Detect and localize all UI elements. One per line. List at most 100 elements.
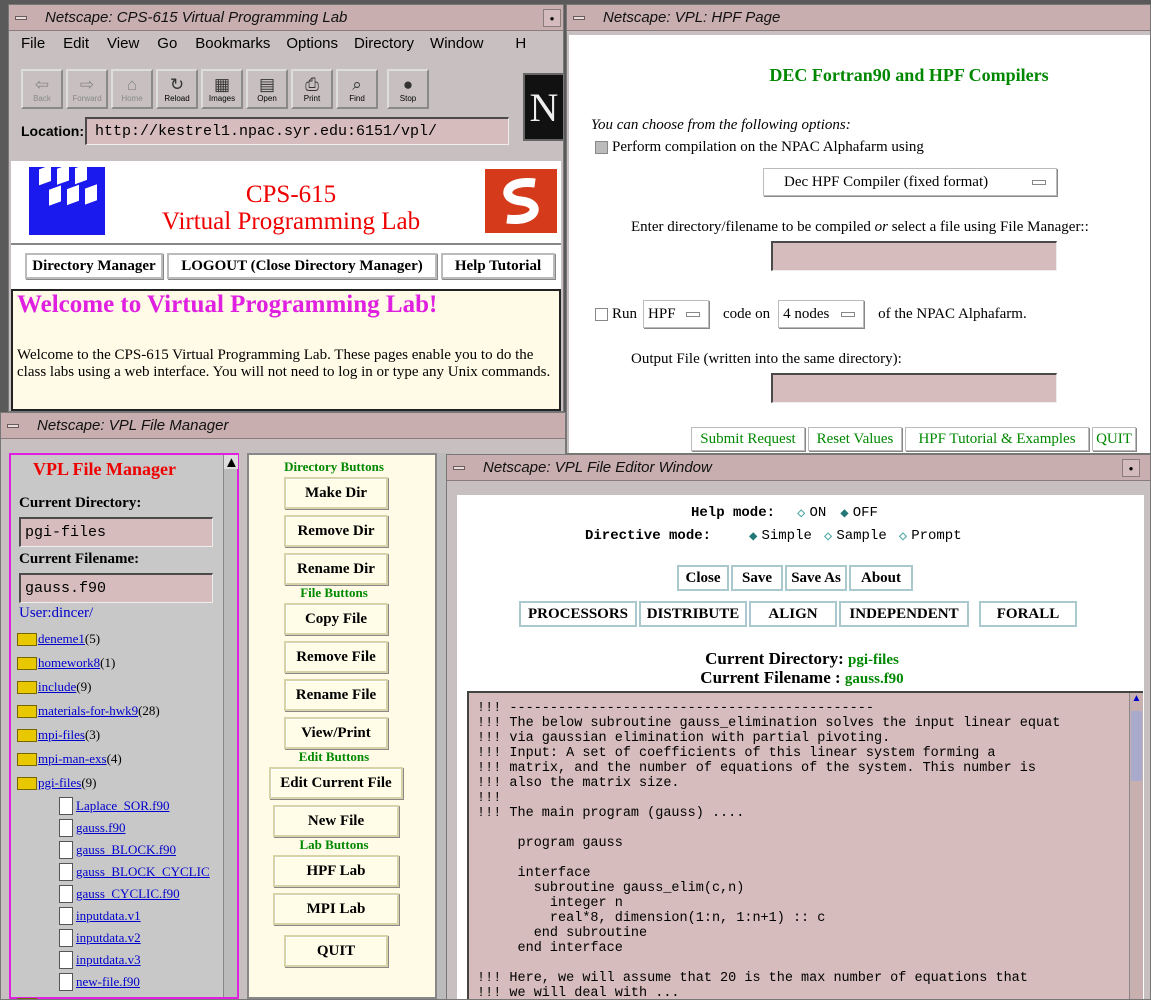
folder-row[interactable]: include (9) — [17, 675, 227, 699]
minimize-icon[interactable]: ● — [1122, 459, 1140, 477]
new-file-button[interactable]: New File — [273, 805, 399, 837]
toolbar-forward-button[interactable]: ⇨ Forward — [66, 69, 108, 109]
hpf-button-2[interactable]: HPF Tutorial & Examples — [905, 427, 1089, 451]
output-input[interactable] — [771, 373, 1057, 403]
help-off-radio[interactable]: ◆ — [840, 505, 848, 522]
hpf-button-3[interactable]: QUIT — [1092, 427, 1136, 451]
window-menu-icon[interactable] — [567, 5, 591, 31]
toolbar-open-button[interactable]: ▤ Open — [246, 69, 288, 109]
compiler-select[interactable]: Dec HPF Compiler (fixed format) — [763, 168, 1057, 196]
language-select[interactable]: HPF — [643, 300, 710, 328]
directive-align-button[interactable]: ALIGN — [749, 601, 837, 627]
file-name[interactable]: gauss.f90 — [76, 820, 125, 836]
edit-current-file-button[interactable]: Edit Current File — [269, 767, 403, 799]
menu-help[interactable]: H — [515, 35, 526, 63]
file-row[interactable]: new-file.f90 — [17, 971, 227, 993]
toolbar-reload-button[interactable]: ↻ Reload — [156, 69, 198, 109]
quit-button[interactable]: QUIT — [284, 935, 388, 967]
current-dir-input[interactable]: pgi-files — [19, 517, 213, 547]
folder-name[interactable]: include — [38, 679, 76, 695]
directive-processors-button[interactable]: PROCESSORS — [519, 601, 637, 627]
menu-view[interactable]: View — [107, 35, 139, 63]
file-name[interactable]: inputdata.v1 — [76, 908, 141, 924]
file-row[interactable]: inputdata.v1 — [17, 905, 227, 927]
file-name[interactable]: new-file.f90 — [76, 974, 140, 990]
window-menu-icon[interactable] — [447, 455, 471, 481]
menu-bookmarks[interactable]: Bookmarks — [195, 35, 270, 63]
menu-window[interactable]: Window — [430, 35, 483, 63]
hpf-titlebar[interactable]: Netscape: VPL: HPF Page — [567, 5, 1150, 31]
directive-forall-button[interactable]: FORALL — [979, 601, 1077, 627]
file-name[interactable]: Laplace_SOR.f90 — [76, 798, 170, 814]
folder-row[interactable]: homework8 (1) — [17, 651, 227, 675]
file-name[interactable]: inputdata.v3 — [76, 952, 141, 968]
folder-row[interactable]: pgi-files (9) — [17, 771, 227, 795]
editor-close-button[interactable]: Close — [677, 565, 729, 591]
editor-save-button[interactable]: Save — [731, 565, 783, 591]
toolbar-stop-button[interactable]: ● Stop — [387, 69, 429, 109]
folder-row[interactable]: deneme1 (5) — [17, 627, 227, 651]
rename-file-button[interactable]: Rename File — [284, 679, 388, 711]
folder-name[interactable]: pgi-files — [38, 775, 81, 791]
filename-input[interactable] — [771, 241, 1057, 271]
directive-distribute-button[interactable]: DISTRIBUTE — [639, 601, 747, 627]
copy-file-button[interactable]: Copy File — [284, 603, 388, 635]
prompt-radio[interactable]: ◇ — [899, 528, 907, 545]
directive-independent-button[interactable]: INDEPENDENT — [839, 601, 969, 627]
folder-name[interactable]: deneme1 — [38, 631, 85, 647]
folder-row[interactable]: materials-for-hwk9 (28) — [17, 699, 227, 723]
view-print-button[interactable]: View/Print — [284, 717, 388, 749]
file-name[interactable]: inputdata.v2 — [76, 930, 141, 946]
code-scrollbar[interactable]: ▲ — [1129, 693, 1143, 999]
file-row[interactable]: gauss_CYCLIC.f90 — [17, 883, 227, 905]
remove-dir-button[interactable]: Remove Dir — [284, 515, 388, 547]
file-row[interactable]: Laplace_SOR.f90 — [17, 795, 227, 817]
simple-radio[interactable]: ◆ — [749, 528, 757, 545]
folder-row[interactable]: (2) — [17, 993, 227, 999]
file-name[interactable]: gauss_BLOCK.f90 — [76, 842, 176, 858]
hpf-button-1[interactable]: Reset Values — [808, 427, 902, 451]
file-row[interactable]: gauss_BLOCK_CYCLIC — [17, 861, 227, 883]
minimize-icon[interactable]: ● — [543, 9, 561, 27]
file-row[interactable]: gauss.f90 — [17, 817, 227, 839]
hpf-lab-button[interactable]: HPF Lab — [273, 855, 399, 887]
nodes-select[interactable]: 4 nodes — [778, 300, 865, 328]
nav-button-2[interactable]: Help Tutorial — [441, 253, 555, 279]
toolbar-print-button[interactable]: ⎙ Print — [291, 69, 333, 109]
folder-name[interactable]: homework8 — [38, 655, 100, 671]
folder-row[interactable]: mpi-man-exs (4) — [17, 747, 227, 771]
folder-name[interactable]: materials-for-hwk9 — [38, 703, 138, 719]
mpi-lab-button[interactable]: MPI Lab — [273, 893, 399, 925]
folder-name[interactable]: mpi-man-exs — [38, 751, 107, 767]
editor-about-button[interactable]: About — [849, 565, 913, 591]
toolbar-back-button[interactable]: ⇦ Back — [21, 69, 63, 109]
scroll-thumb[interactable] — [1131, 711, 1142, 781]
file-row[interactable]: inputdata.v3 — [17, 949, 227, 971]
run-checkbox[interactable] — [595, 307, 608, 321]
window-menu-icon[interactable] — [9, 5, 33, 31]
code-textarea[interactable]: !!! ------------------------------------… — [467, 691, 1143, 999]
toolbar-home-button[interactable]: ⌂ Home — [111, 69, 153, 109]
file-name[interactable]: gauss_BLOCK_CYCLIC — [76, 864, 210, 880]
window-menu-icon[interactable] — [1, 413, 25, 439]
toolbar-find-button[interactable]: ⌕ Find — [336, 69, 378, 109]
folder-name[interactable]: mpi-files — [38, 727, 85, 743]
current-file-input[interactable]: gauss.f90 — [19, 573, 213, 603]
file-manager-titlebar[interactable]: Netscape: VPL File Manager — [1, 413, 565, 439]
nav-button-1[interactable]: LOGOUT (Close Directory Manager) — [167, 253, 437, 279]
menu-directory[interactable]: Directory — [354, 35, 414, 63]
make-dir-button[interactable]: Make Dir — [284, 477, 388, 509]
menu-file[interactable]: File — [21, 35, 45, 63]
file-row[interactable]: inputdata.v2 — [17, 927, 227, 949]
scroll-up-icon[interactable]: ▲ — [224, 455, 239, 471]
scroll-up-icon[interactable]: ▲ — [1130, 693, 1143, 704]
location-input[interactable]: http://kestrel1.npac.syr.edu:6151/vpl/ — [85, 117, 509, 145]
main-titlebar[interactable]: Netscape: CPS-615 Virtual Programming La… — [9, 5, 563, 31]
folder-row[interactable]: mpi-files (3) — [17, 723, 227, 747]
editor-save-as-button[interactable]: Save As — [785, 565, 847, 591]
remove-file-button[interactable]: Remove File — [284, 641, 388, 673]
rename-dir-button[interactable]: Rename Dir — [284, 553, 388, 585]
editor-titlebar[interactable]: Netscape: VPL File Editor Window ● — [447, 455, 1150, 481]
menu-edit[interactable]: Edit — [63, 35, 89, 63]
perform-checkbox[interactable] — [595, 141, 608, 154]
